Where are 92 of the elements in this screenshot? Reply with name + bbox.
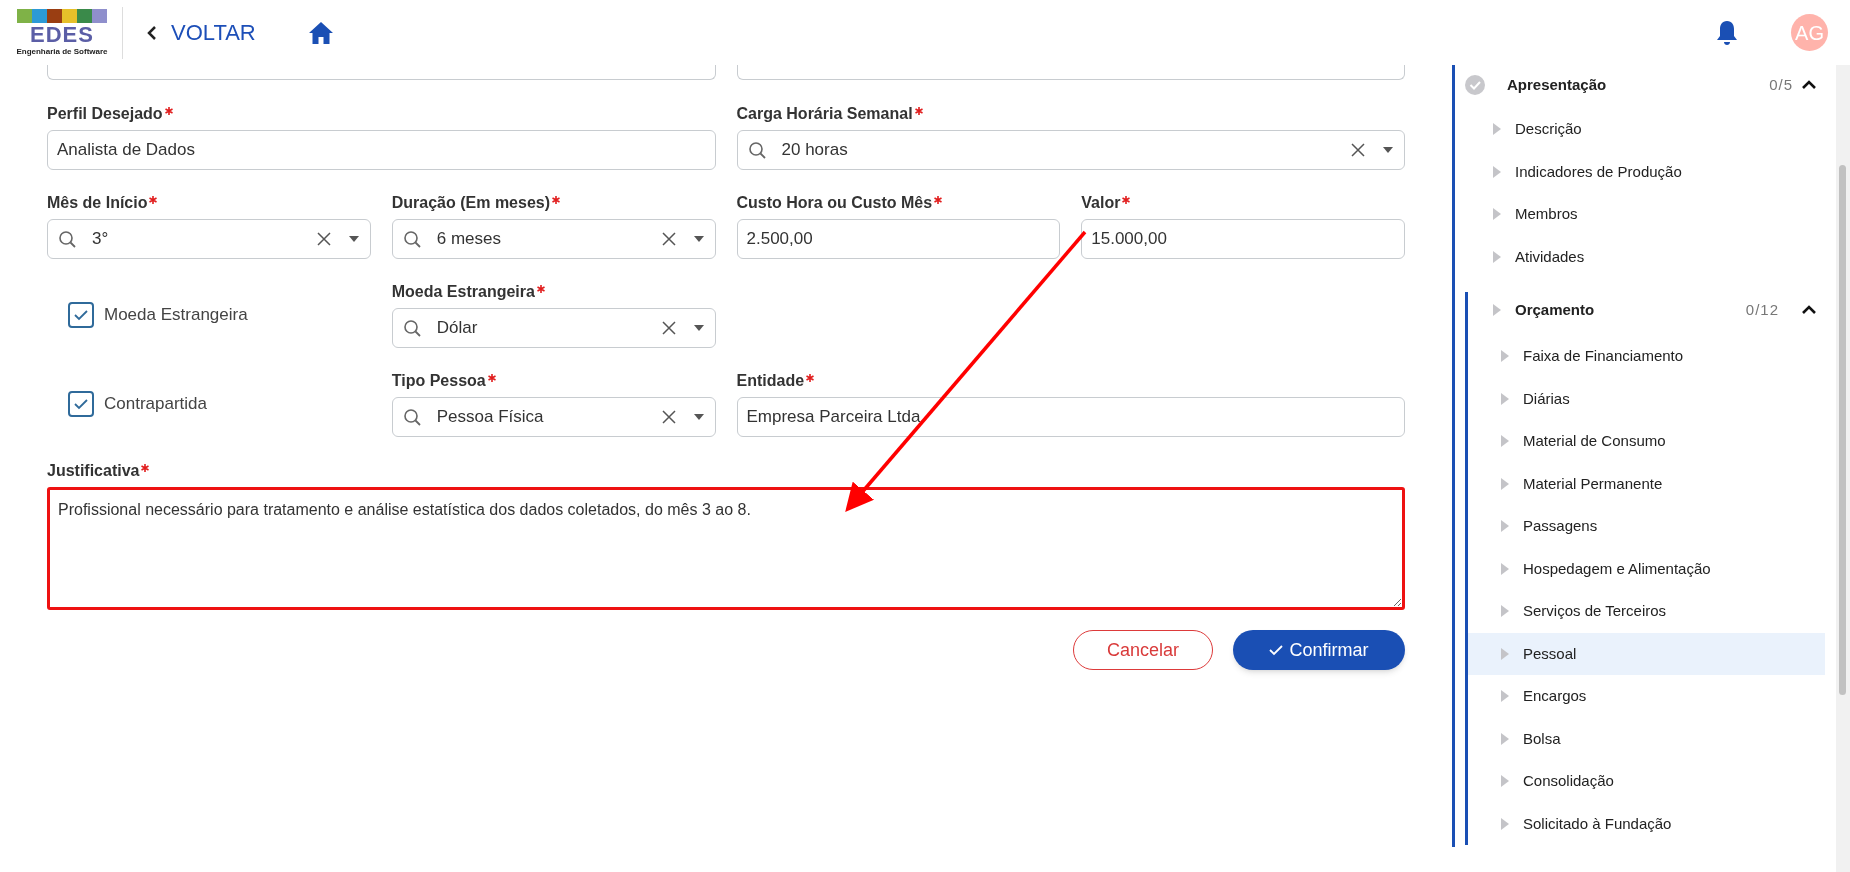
clear-icon[interactable] bbox=[315, 231, 332, 247]
progress-count: 0/5 bbox=[1769, 74, 1793, 95]
caret-right-icon bbox=[1501, 435, 1509, 448]
caret-right-icon bbox=[1501, 350, 1509, 363]
sidebar-item[interactable]: Orçamento bbox=[1515, 298, 1595, 322]
text-input[interactable]: 15.000,00 bbox=[1081, 219, 1405, 259]
checkbox[interactable] bbox=[68, 391, 94, 417]
logo-title: EDES bbox=[30, 22, 94, 47]
check-circle-icon bbox=[1465, 75, 1485, 95]
field-label: Carga Horária Semanal bbox=[736, 104, 913, 124]
select-field[interactable]: 6 meses bbox=[391, 219, 716, 259]
back-button[interactable]: VOLTAR bbox=[147, 12, 256, 53]
confirm-button[interactable]: Confirmar bbox=[1233, 630, 1405, 670]
check-icon bbox=[73, 308, 89, 322]
caret-right-icon bbox=[1493, 165, 1501, 178]
sidebar-item[interactable]: Pessoal bbox=[1468, 632, 1825, 675]
text-input[interactable]: Empresa Parceira Ltda. bbox=[736, 397, 1405, 437]
sidebar-item[interactable]: Atividades bbox=[1455, 235, 1825, 278]
field-label: Entidade bbox=[736, 371, 805, 391]
search-icon bbox=[402, 408, 421, 426]
sidebar-item[interactable]: Bolsa bbox=[1468, 717, 1825, 760]
field-label: Valor bbox=[1081, 193, 1121, 213]
search-icon bbox=[58, 230, 76, 248]
caret-right-icon bbox=[1501, 647, 1509, 660]
caret-right-icon bbox=[1493, 250, 1501, 263]
sidebar-item[interactable]: Passagens bbox=[1468, 505, 1825, 548]
sidebar-item[interactable]: Serviços de Terceiros bbox=[1468, 590, 1825, 633]
caret-right-icon bbox=[1493, 208, 1501, 221]
sidebar-item[interactable]: Membros bbox=[1455, 193, 1825, 236]
dropdown-caret-icon[interactable] bbox=[692, 235, 705, 243]
clear-icon[interactable] bbox=[1350, 142, 1366, 158]
check-icon bbox=[1269, 644, 1284, 656]
text-input[interactable] bbox=[47, 65, 716, 80]
justification-textarea[interactable]: Profissional necessário para tratamento e análise estatística dos dados coletados, do mês 3 ao 8. bbox=[47, 487, 1405, 610]
field-label: Custo Hora ou Custo Mês bbox=[736, 193, 933, 213]
caret-right-icon bbox=[1501, 562, 1509, 575]
caret-right-icon bbox=[1493, 123, 1501, 136]
caret-right-icon bbox=[1501, 477, 1509, 490]
caret-right-icon bbox=[1501, 605, 1509, 618]
scrollbar[interactable] bbox=[1836, 65, 1850, 872]
sidebar-item[interactable]: Descrição bbox=[1455, 108, 1825, 151]
field-label: Justificativa bbox=[47, 461, 140, 481]
select-field[interactable]: 3° bbox=[47, 219, 371, 259]
bell-icon[interactable] bbox=[1715, 18, 1739, 47]
sidebar-item[interactable]: Diárias bbox=[1468, 377, 1825, 420]
sidebar-item[interactable]: Encargos bbox=[1468, 675, 1825, 718]
cancel-button[interactable]: Cancelar bbox=[1073, 630, 1213, 670]
dropdown-caret-icon[interactable] bbox=[347, 235, 360, 243]
checkbox[interactable] bbox=[68, 302, 94, 328]
text-input[interactable]: Analista de Dados bbox=[47, 130, 716, 170]
dropdown-caret-icon[interactable] bbox=[692, 324, 705, 332]
caret-right-icon bbox=[1501, 732, 1509, 745]
sidebar-item[interactable]: Material Permanente bbox=[1468, 462, 1825, 505]
text-input[interactable]: 2.500,00 bbox=[736, 219, 1061, 259]
clear-icon[interactable] bbox=[660, 231, 677, 247]
sidebar-item[interactable]: Solicitado à Fundação bbox=[1468, 802, 1825, 845]
caret-right-icon bbox=[1501, 817, 1509, 830]
search-icon bbox=[402, 230, 421, 248]
sidebar-item[interactable]: Material de Consumo bbox=[1468, 420, 1825, 463]
text-input[interactable] bbox=[736, 65, 1405, 80]
caret-right-icon bbox=[1493, 304, 1501, 316]
caret-right-icon bbox=[1501, 690, 1509, 703]
logo-mosaic-icon bbox=[17, 8, 107, 23]
progress-count: 0/12 bbox=[1745, 299, 1779, 320]
caret-right-icon bbox=[1501, 520, 1509, 533]
home-icon[interactable] bbox=[307, 20, 334, 45]
clear-icon[interactable] bbox=[660, 409, 677, 425]
logo-subtitle: Engenharia de Software bbox=[16, 46, 108, 57]
select-field[interactable]: Dólar bbox=[391, 308, 716, 348]
caret-right-icon bbox=[1501, 392, 1509, 405]
sidebar-item[interactable]: Consolidação bbox=[1468, 760, 1825, 803]
dropdown-caret-icon[interactable] bbox=[1382, 146, 1394, 154]
field-label: Tipo Pessoa bbox=[391, 371, 486, 391]
chevron-left-icon bbox=[147, 24, 157, 41]
checkbox-label: Moeda Estrangeira bbox=[104, 304, 248, 327]
clear-icon[interactable] bbox=[660, 320, 677, 336]
search-icon bbox=[402, 319, 421, 337]
checkbox-label: Contrapartida bbox=[104, 393, 207, 416]
search-icon bbox=[747, 141, 766, 159]
section-title[interactable]: Apresentação bbox=[1507, 73, 1770, 97]
field-label: Mês de Início bbox=[47, 193, 148, 213]
field-label: Perfil Desejado bbox=[47, 104, 163, 124]
sidebar-item[interactable]: Faixa de Financiamento bbox=[1468, 335, 1825, 378]
check-icon bbox=[73, 397, 89, 411]
sidebar-item[interactable]: Hospedagem e Alimentação bbox=[1468, 547, 1825, 590]
field-label: Moeda Estrangeira bbox=[391, 282, 535, 302]
sidebar-item[interactable]: Indicadores de Produção bbox=[1455, 150, 1825, 193]
select-field[interactable]: 20 horas bbox=[736, 130, 1405, 170]
caret-right-icon bbox=[1501, 775, 1509, 788]
dropdown-caret-icon[interactable] bbox=[692, 413, 705, 421]
field-label: Duração (Em meses) bbox=[391, 193, 551, 213]
select-field[interactable]: Pessoa Física bbox=[391, 397, 716, 437]
